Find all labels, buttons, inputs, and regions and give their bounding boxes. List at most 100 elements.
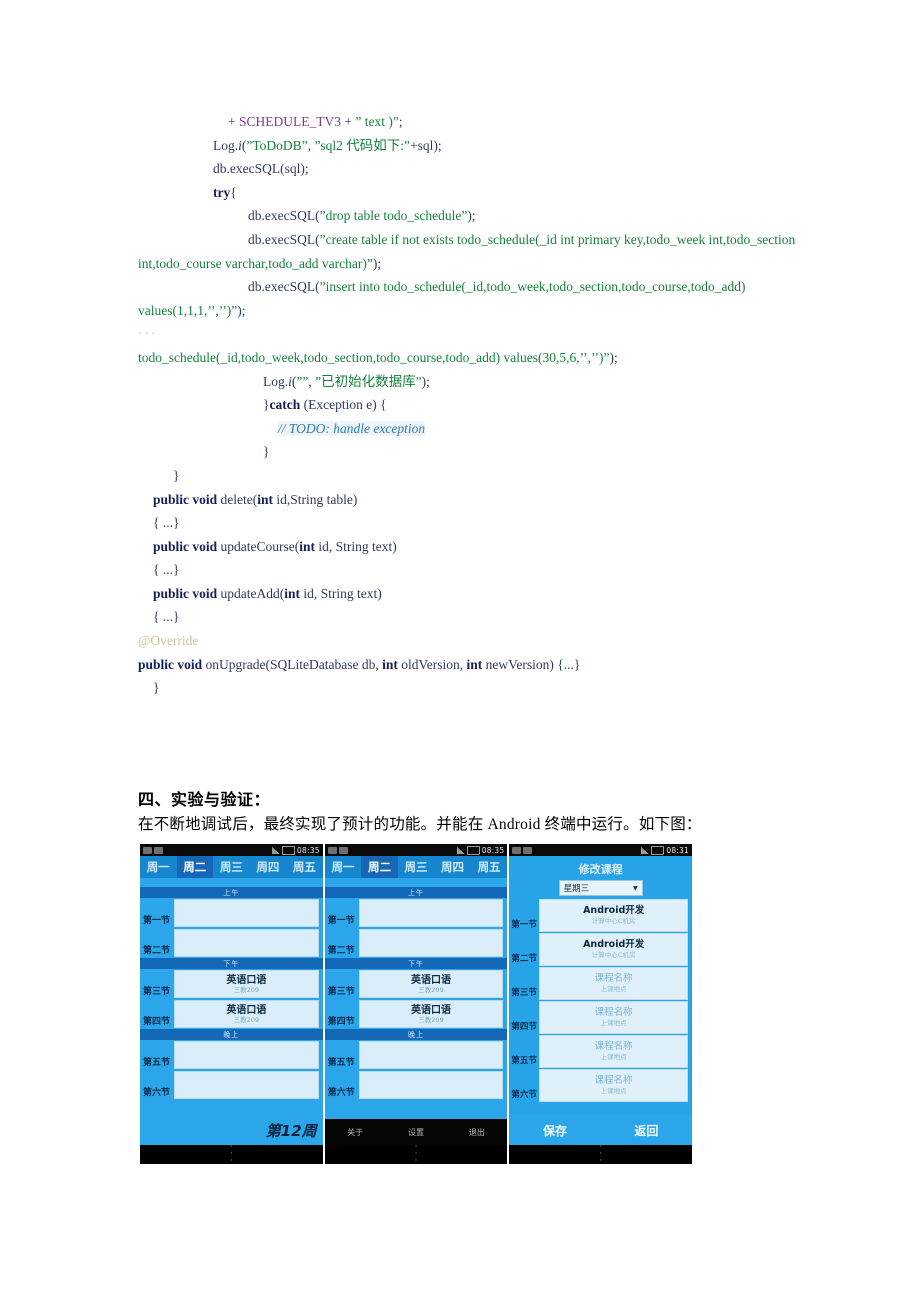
course-edit-row[interactable]: 第一节 Android开发 计算中心C机房 bbox=[511, 899, 689, 932]
course-name-field[interactable]: 课程名称 bbox=[595, 1041, 633, 1053]
slot-card[interactable] bbox=[358, 1071, 504, 1099]
course-name-field[interactable]: 课程名称 bbox=[595, 1075, 633, 1087]
weekday-tab[interactable]: 周四 bbox=[250, 856, 287, 878]
slot-card[interactable] bbox=[174, 929, 319, 957]
weekday-tab-bar-1[interactable]: 周一 周二 周三 周四 周五 bbox=[140, 856, 323, 878]
course-edit-row[interactable]: 第六节 课程名称 上课地点 bbox=[511, 1069, 689, 1102]
edit-action-buttons[interactable]: 保存 返回 bbox=[509, 1115, 693, 1145]
day-select-value: 星期三 bbox=[563, 884, 590, 894]
course-edit-row[interactable]: 第五节 课程名称 上课地点 bbox=[511, 1035, 689, 1068]
slot-label: 第五节 bbox=[327, 1058, 355, 1068]
status-time: 08:31 bbox=[666, 845, 690, 855]
slot-card[interactable]: 英语口语 三教209 bbox=[358, 1000, 504, 1028]
slot-card[interactable]: 英语口语 三教209 bbox=[174, 970, 319, 998]
weekday-tab[interactable]: 周一 bbox=[325, 856, 362, 878]
code-token-pln: + bbox=[341, 114, 356, 129]
slot-course-name: 英语口语 bbox=[411, 1004, 451, 1016]
course-location-field[interactable]: 上课地点 bbox=[601, 1053, 627, 1062]
status-right-icons: 08:35 bbox=[272, 845, 320, 855]
code-token-kw: catch bbox=[269, 397, 301, 413]
code-token-str: ”ToDoDB” bbox=[246, 137, 308, 153]
schedule-slot[interactable]: 第四节 英语口语 三教209 bbox=[140, 999, 323, 1029]
slot-card[interactable] bbox=[358, 899, 504, 927]
course-location-field[interactable]: 上课地点 bbox=[601, 1019, 627, 1028]
weekday-tab[interactable]: 周一 bbox=[140, 856, 177, 878]
day-select[interactable]: 星期三 ▼ bbox=[558, 880, 643, 896]
course-edit-row[interactable]: 第四节 课程名称 上课地点 bbox=[511, 1001, 689, 1034]
schedule-slot[interactable]: 第六节 bbox=[325, 1070, 508, 1100]
course-name-field[interactable]: 课程名称 bbox=[595, 973, 633, 985]
code-token-kw: int bbox=[299, 538, 316, 554]
slot-card[interactable]: 英语口语 三教209 bbox=[358, 970, 504, 998]
weekday-tab-bar-2[interactable]: 周一 周二 周三 周四 周五 bbox=[324, 856, 508, 878]
schedule-slot[interactable]: 第五节 bbox=[325, 1040, 508, 1070]
course-name-field[interactable]: Android开发 bbox=[583, 939, 644, 951]
code-line: db.execSQL(”create table if not exists t… bbox=[138, 228, 798, 275]
android-nav-bar-1[interactable]: · · · bbox=[140, 1143, 323, 1165]
status-time: 08:35 bbox=[481, 845, 505, 855]
menu-item[interactable]: 关于 bbox=[325, 1127, 386, 1138]
weekday-tab[interactable]: 周二 bbox=[361, 856, 398, 878]
course-location-field[interactable]: 计算中心C机房 bbox=[592, 917, 636, 926]
action-button[interactable]: 保存 bbox=[509, 1122, 600, 1139]
course-edit-row[interactable]: 第三节 课程名称 上课地点 bbox=[511, 967, 689, 1000]
weekday-tab[interactable]: 周四 bbox=[434, 856, 471, 878]
code-token-kw: int bbox=[257, 491, 274, 507]
slot-card[interactable] bbox=[174, 1071, 319, 1099]
schedule-slot[interactable]: 第三节 英语口语 三教209 bbox=[325, 969, 508, 999]
code-line: { ...} bbox=[138, 558, 798, 582]
code-token-pln: newVersion) {...} bbox=[482, 656, 581, 672]
course-location-field[interactable]: 上课地点 bbox=[601, 985, 627, 994]
schedule-slot[interactable]: 第五节 bbox=[140, 1040, 323, 1070]
sdcard-icon bbox=[338, 846, 348, 854]
weekday-tab[interactable]: 周二 bbox=[176, 856, 214, 878]
code-line: } bbox=[138, 464, 798, 488]
code-line: } bbox=[138, 440, 798, 464]
code-token-pln: } bbox=[263, 444, 270, 460]
schedule-slot[interactable]: 第一节 bbox=[140, 898, 323, 928]
overflow-menu-icon[interactable]: · · · bbox=[230, 1143, 233, 1165]
row-label: 第六节 bbox=[511, 1090, 537, 1100]
weekday-tab[interactable]: 周三 bbox=[213, 856, 250, 878]
overflow-menu-icon[interactable]: · · · bbox=[599, 1143, 602, 1165]
battery-icon bbox=[651, 845, 665, 855]
schedule-slot[interactable]: 第二节 bbox=[325, 928, 508, 958]
code-token-cmt: // TODO: handle exception bbox=[278, 420, 426, 436]
schedule-body-1: 第12周 上午 第一节 第二节 下午 第三节 英语口语 三教209 第四节 英语口语 三教209 晚… bbox=[140, 878, 323, 1145]
schedule-slot[interactable]: 第二节 bbox=[140, 928, 323, 958]
course-name-field[interactable]: Android开发 bbox=[583, 905, 644, 917]
slot-location: 三教209 bbox=[418, 1015, 444, 1024]
slot-course-name: 英语口语 bbox=[411, 974, 451, 986]
code-token-pln: db.execSQL( bbox=[248, 231, 320, 247]
slot-card[interactable] bbox=[358, 1041, 504, 1069]
slot-card[interactable] bbox=[358, 929, 504, 957]
course-name-field[interactable]: 课程名称 bbox=[595, 1007, 633, 1019]
android-nav-bar-3[interactable]: · · · bbox=[509, 1143, 693, 1165]
schedule-slot[interactable]: 第一节 bbox=[325, 898, 508, 928]
course-location-field[interactable]: 计算中心C机房 bbox=[592, 951, 636, 960]
menu-item[interactable]: 退出 bbox=[446, 1127, 507, 1138]
weekday-tab[interactable]: 周五 bbox=[286, 856, 323, 878]
course-location-field[interactable]: 上课地点 bbox=[601, 1087, 627, 1096]
signal-icon bbox=[272, 846, 281, 854]
slot-card[interactable]: 英语口语 三教209 bbox=[174, 1000, 319, 1028]
code-token-pln: updateAdd( bbox=[217, 585, 285, 601]
period-header: 晚上 bbox=[324, 1029, 508, 1040]
weekday-tab[interactable]: 周三 bbox=[398, 856, 435, 878]
code-token-pln: oldVersion, bbox=[397, 656, 467, 672]
code-token-pln: { ...} bbox=[153, 515, 180, 531]
code-line: public void onUpgrade(SQLiteDatabase db,… bbox=[138, 653, 798, 677]
schedule-slot[interactable]: 第四节 英语口语 三教209 bbox=[325, 999, 508, 1029]
code-token-cls: SCHEDULE_TV3 bbox=[239, 114, 341, 129]
slot-card[interactable] bbox=[174, 1041, 319, 1069]
message-icon bbox=[327, 846, 337, 854]
action-button[interactable]: 返回 bbox=[601, 1122, 692, 1139]
slot-card[interactable] bbox=[174, 899, 319, 927]
weekday-tab[interactable]: 周五 bbox=[471, 856, 508, 878]
schedule-slot[interactable]: 第六节 bbox=[140, 1070, 323, 1100]
overflow-menu-icon[interactable]: · · · bbox=[415, 1143, 418, 1165]
menu-item[interactable]: 设置 bbox=[386, 1127, 447, 1138]
android-nav-bar-2[interactable]: · · · bbox=[324, 1143, 508, 1165]
course-edit-row[interactable]: 第二节 Android开发 计算中心C机房 bbox=[511, 933, 689, 966]
schedule-slot[interactable]: 第三节 英语口语 三教209 bbox=[140, 969, 323, 999]
